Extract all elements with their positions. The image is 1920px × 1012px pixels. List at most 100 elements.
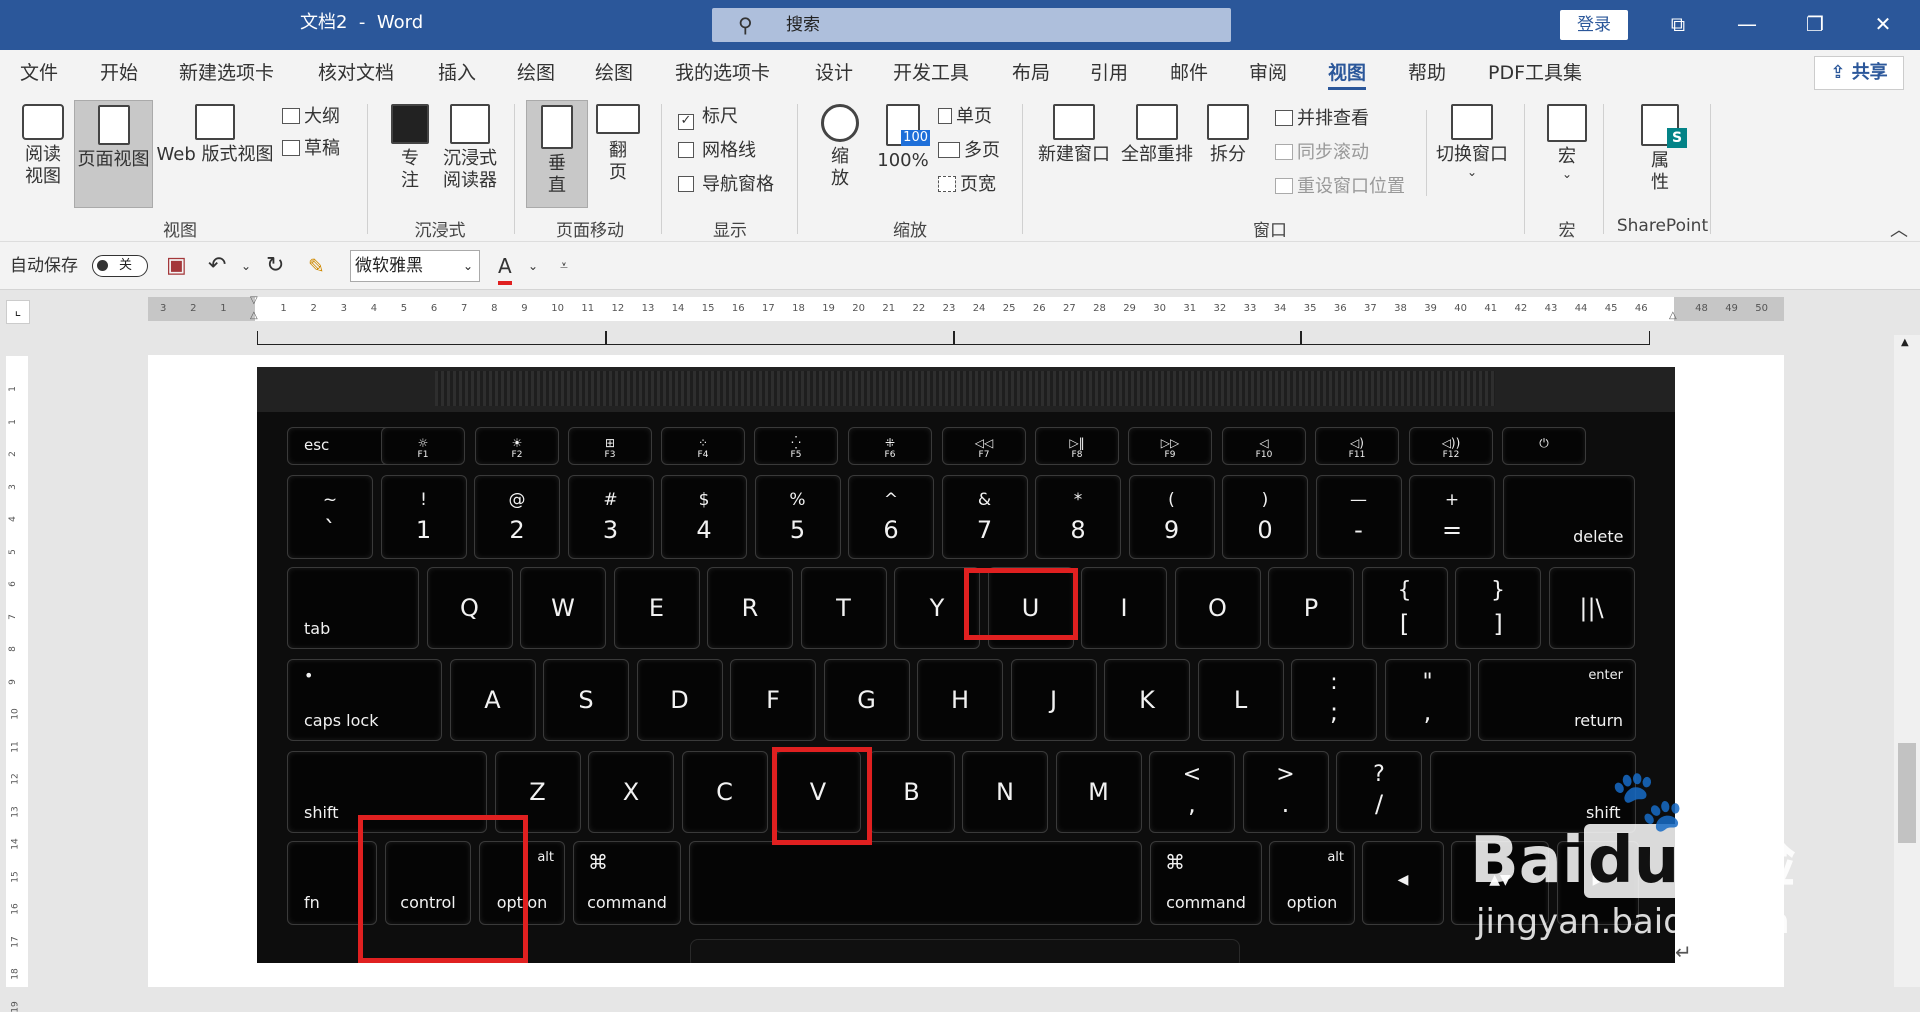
customize-qat-icon[interactable]: ⩡ bbox=[560, 242, 568, 290]
key-sublabel: F5 bbox=[790, 450, 802, 460]
redo-icon[interactable]: ↻ bbox=[266, 242, 284, 290]
save-icon[interactable]: ▣ bbox=[166, 242, 187, 290]
font-color-button[interactable]: A bbox=[498, 251, 512, 285]
ruler-number: 7 bbox=[461, 303, 468, 314]
key-sublabel: F11 bbox=[1348, 450, 1366, 460]
vertical-button[interactable]: 垂直 bbox=[526, 100, 588, 208]
tab-references[interactable]: 引用 bbox=[1090, 50, 1128, 96]
print-layout-button[interactable]: 页面视图 bbox=[74, 100, 153, 208]
reset-window-position-button[interactable]: 重设窗口位置 bbox=[1275, 174, 1405, 200]
collapse-ribbon-icon[interactable]: ︿ bbox=[1890, 216, 1908, 242]
key-label: H bbox=[950, 686, 970, 714]
zoom-button[interactable]: 缩放 bbox=[810, 104, 870, 204]
key-q-row-13: ||\ bbox=[1548, 567, 1635, 649]
key-label: G bbox=[857, 686, 876, 714]
horizontal-ruler[interactable]: 3 2 1 1 2 3 4 5 6 7 8 9 10 11 12 13 14 15 16 17 18 19 20 21 22 23… bbox=[148, 295, 1784, 321]
ruler-number: 20 bbox=[852, 303, 866, 314]
left-indent-marker[interactable]: △ bbox=[250, 310, 258, 321]
one-page-button[interactable]: 单页 bbox=[938, 104, 992, 130]
font-select[interactable]: 微软雅黑 ⌄ bbox=[350, 250, 480, 282]
tab-new-tab[interactable]: 新建选项卡 bbox=[179, 50, 274, 96]
tab-file[interactable]: 文件 bbox=[20, 50, 58, 96]
scrollbar-thumb[interactable] bbox=[1898, 743, 1916, 843]
navigation-pane-checkbox[interactable]: 导航窗格 bbox=[678, 172, 774, 198]
key-a-row-7: J bbox=[1010, 659, 1097, 741]
tab-design[interactable]: 设计 bbox=[815, 50, 853, 96]
restore-button[interactable]: ❐ bbox=[1790, 0, 1840, 50]
share-label: 共享 bbox=[1851, 62, 1888, 83]
autosave-state: 关 bbox=[119, 258, 133, 273]
side-to-side-button[interactable]: 翻页 bbox=[588, 104, 648, 204]
tab-insert[interactable]: 插入 bbox=[438, 50, 476, 96]
tab-layout[interactable]: 布局 bbox=[1012, 50, 1050, 96]
multiple-pages-button[interactable]: 多页 bbox=[938, 138, 1000, 164]
read-mode-button[interactable]: 阅读视图 bbox=[12, 104, 74, 204]
tab-draw-1[interactable]: 绘图 bbox=[517, 50, 555, 96]
key-label: D bbox=[670, 686, 689, 714]
ribbon-display-icon: ⧉ bbox=[1670, 12, 1686, 36]
search-input[interactable]: ⚲ 搜索 bbox=[712, 8, 1231, 42]
page-width-button[interactable]: 页宽 bbox=[938, 172, 996, 198]
first-line-indent-marker[interactable]: ▽ bbox=[250, 295, 258, 306]
outline-button[interactable]: 大纲 bbox=[282, 104, 340, 130]
tab-pdf-tools[interactable]: PDF工具集 bbox=[1488, 50, 1582, 96]
tab-view[interactable]: 视图 bbox=[1328, 50, 1367, 96]
key-shift-label: — bbox=[1350, 490, 1367, 510]
switch-windows-icon bbox=[1451, 104, 1493, 140]
split-button[interactable]: 拆分 bbox=[1200, 104, 1256, 204]
arrange-all-button[interactable]: 全部重排 bbox=[1118, 104, 1196, 204]
tab-my-tab[interactable]: 我的选项卡 bbox=[675, 50, 770, 96]
tab-draw-2[interactable]: 绘图 bbox=[595, 50, 633, 96]
font-color-dropdown-icon[interactable]: ⌄ bbox=[528, 242, 538, 290]
format-painter-icon[interactable]: ✎ bbox=[308, 242, 325, 290]
tab-help[interactable]: 帮助 bbox=[1408, 50, 1446, 96]
gridlines-checkbox[interactable]: 网格线 bbox=[678, 138, 756, 164]
tab-proofread[interactable]: 核对文档 bbox=[318, 50, 394, 96]
key-q-row-5: T bbox=[800, 567, 887, 649]
zoom-100-label: 100% bbox=[877, 150, 929, 171]
key-label: - bbox=[1354, 516, 1363, 544]
ruler-checkbox[interactable]: ✓ 标尺 bbox=[678, 104, 738, 130]
ruler-number: 27 bbox=[1063, 303, 1076, 314]
key-q-row-3: E bbox=[613, 567, 700, 649]
key-num-11: — - bbox=[1315, 475, 1402, 559]
new-window-button[interactable]: 新建窗口 bbox=[1035, 104, 1113, 204]
tab-review[interactable]: 审阅 bbox=[1249, 50, 1287, 96]
login-button[interactable]: 登录 bbox=[1560, 10, 1628, 40]
highlight-v-key bbox=[772, 747, 872, 845]
arrange-all-icon bbox=[1136, 104, 1178, 140]
ruler-number: 44 bbox=[1574, 303, 1588, 314]
zoom-100-badge: 100 bbox=[901, 130, 930, 146]
zoom-100-button[interactable]: 100 100% bbox=[873, 104, 933, 204]
autosave-toggle[interactable]: 关 bbox=[92, 255, 148, 277]
view-side-by-side-button[interactable]: 并排查看 bbox=[1275, 106, 1369, 132]
scroll-up-icon[interactable]: ▲ bbox=[1901, 337, 1909, 348]
group-separator bbox=[1022, 104, 1023, 234]
minimize-button[interactable]: — bbox=[1722, 0, 1772, 50]
close-button[interactable]: ✕ bbox=[1858, 0, 1908, 50]
undo-dropdown-icon[interactable]: ⌄ bbox=[241, 242, 251, 290]
switch-windows-button[interactable]: 切换窗口 ⌄ bbox=[1432, 104, 1512, 204]
draft-button[interactable]: 草稿 bbox=[282, 136, 340, 162]
vertical-scrollbar[interactable]: ▲ bbox=[1894, 335, 1920, 987]
undo-icon[interactable]: ↶ bbox=[208, 242, 226, 290]
sync-scroll-button[interactable]: 同步滚动 bbox=[1275, 140, 1369, 166]
immersive-reader-button[interactable]: 沉浸式阅读器 bbox=[440, 104, 500, 204]
macros-button[interactable]: 宏 ⌄ bbox=[1540, 104, 1594, 204]
share-button[interactable]: ⇪ 共享 bbox=[1814, 56, 1904, 90]
paragraph-mark: ↵ bbox=[1675, 940, 1692, 964]
tab-mailings[interactable]: 邮件 bbox=[1170, 50, 1208, 96]
tab-developer[interactable]: 开发工具 bbox=[893, 50, 969, 96]
ribbon-display-options-button[interactable]: ⧉ bbox=[1653, 0, 1703, 50]
right-indent-marker[interactable]: △ bbox=[1669, 310, 1677, 321]
key-label: T bbox=[836, 594, 851, 622]
ruler-number: 35 bbox=[1303, 303, 1317, 314]
tab-selector[interactable]: ⌞ bbox=[6, 300, 30, 324]
key-a-row-1: A bbox=[449, 659, 536, 741]
tab-home[interactable]: 开始 bbox=[100, 50, 138, 96]
properties-button[interactable]: S 属性 bbox=[1630, 104, 1690, 204]
web-layout-button[interactable]: Web 版式视图 bbox=[155, 104, 275, 204]
key-label: J bbox=[1049, 686, 1058, 714]
vertical-ruler[interactable]: 1 1 2 3 4 5 6 7 8 9 10 11 12 13 14 15 16 17 18 19 bbox=[6, 356, 28, 1012]
focus-button[interactable]: 专注 bbox=[380, 104, 440, 204]
